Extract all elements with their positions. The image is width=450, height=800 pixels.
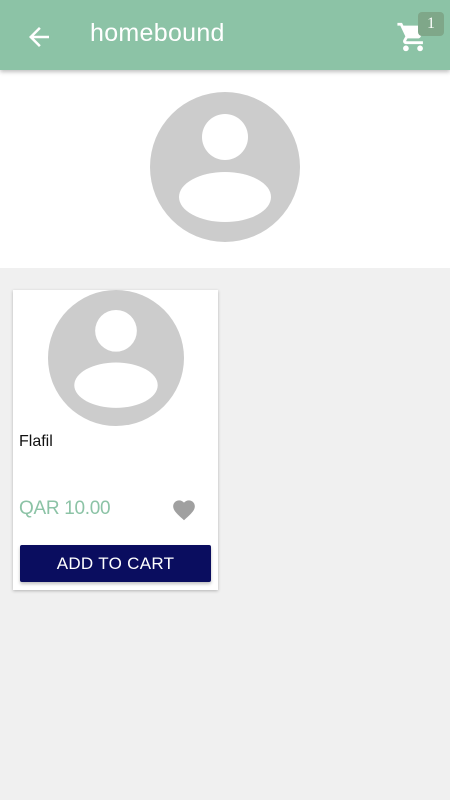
favorite-button[interactable] (171, 497, 197, 521)
app-title: homebound (90, 19, 225, 47)
add-to-cart-button[interactable]: ADD TO CART (20, 545, 211, 582)
store-banner (0, 70, 450, 268)
product-price: QAR 10.00 (19, 498, 111, 519)
cart-count-badge: 1 (418, 12, 444, 36)
heart-icon (173, 500, 195, 521)
avatar-placeholder-icon (48, 290, 184, 426)
product-name: Flafil (19, 433, 53, 450)
arrow-back-icon (29, 27, 49, 47)
back-button[interactable] (24, 22, 54, 52)
avatar-placeholder-icon (150, 92, 300, 242)
product-card[interactable]: Flafil QAR 10.00 ADD TO CART (13, 290, 218, 590)
app-bar: homebound 1 (0, 0, 450, 70)
